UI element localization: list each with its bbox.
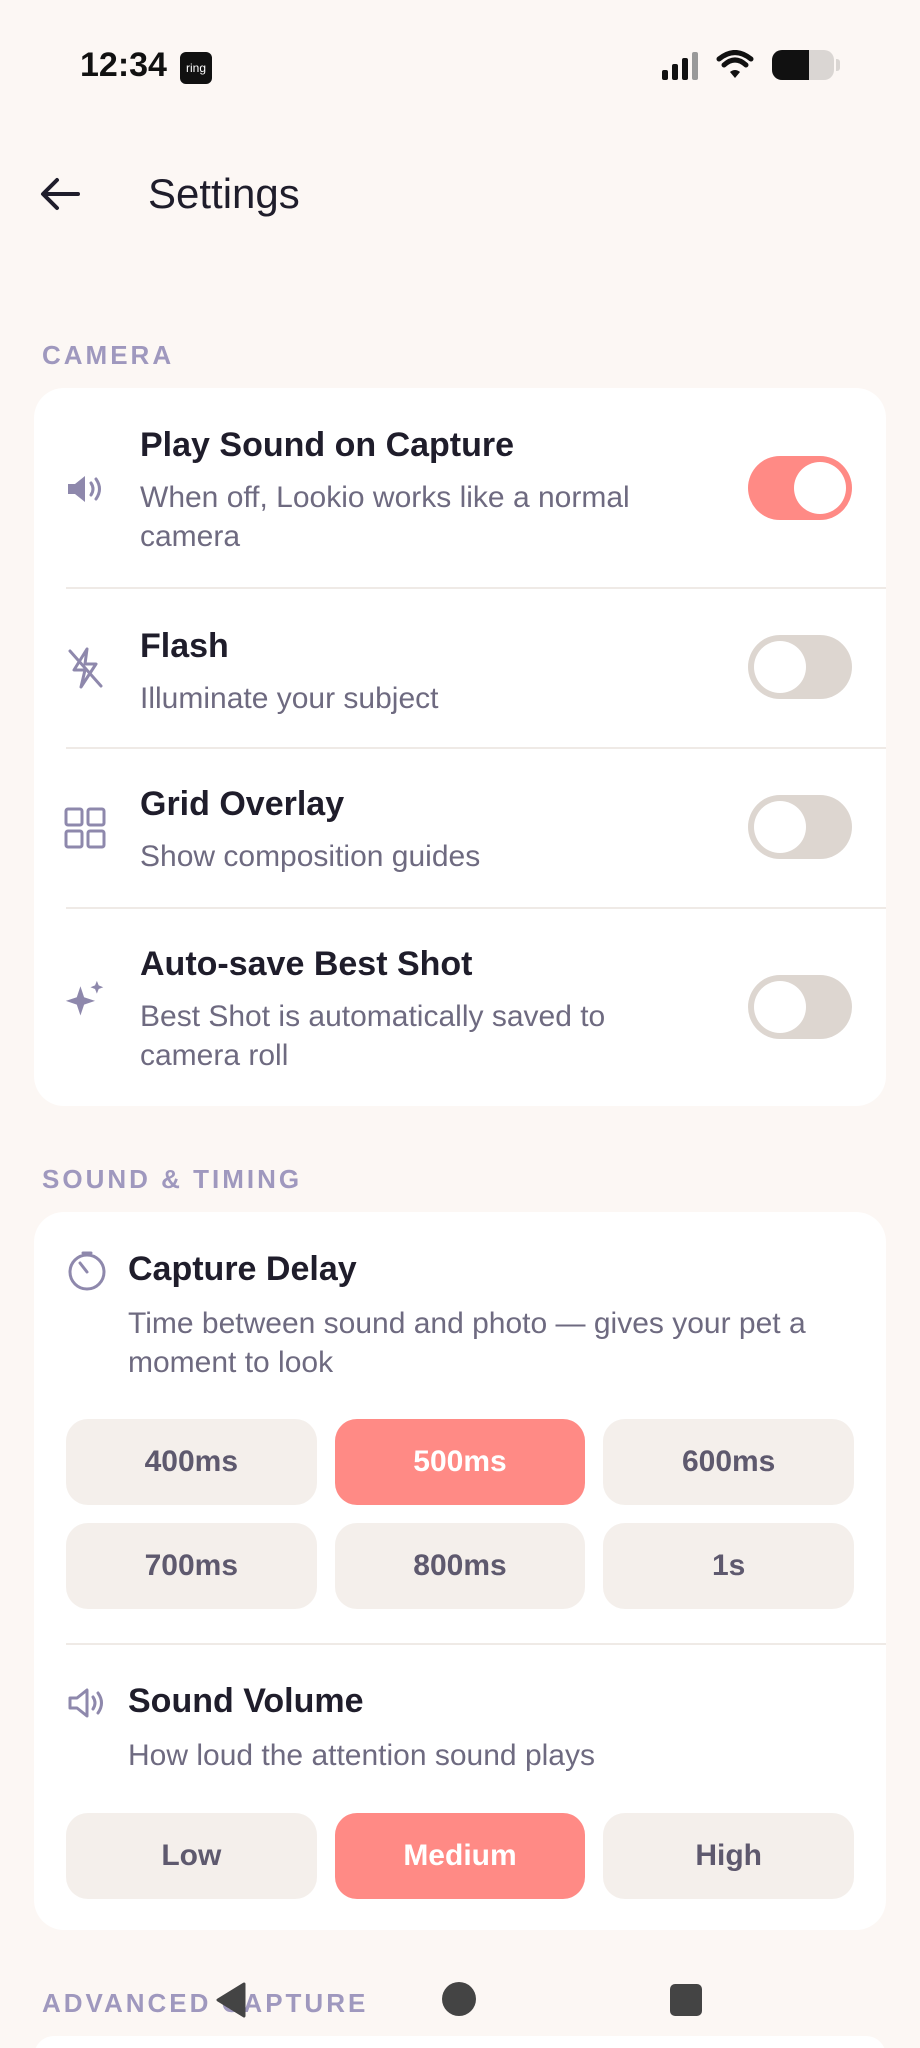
camera-settings-card: Play Sound on Capture When off, Lookio w…: [34, 388, 886, 1106]
setting-row-auto-save: Auto-save Best Shot Best Shot is automat…: [34, 909, 886, 1106]
toggle-knob: [754, 801, 806, 853]
battery-tip: [836, 59, 840, 71]
status-time: 12:34: [80, 46, 167, 84]
divider: [66, 1643, 886, 1645]
volume-option-low[interactable]: Low: [66, 1813, 317, 1899]
sound-timing-card: Capture Delay Time between sound and pho…: [34, 1212, 886, 1930]
flash-off-icon: [64, 647, 106, 689]
back-button[interactable]: [30, 164, 90, 224]
delay-option-700ms[interactable]: 700ms: [66, 1523, 317, 1609]
arrow-left-icon: [41, 178, 80, 210]
setting-title: Flash: [140, 627, 229, 665]
delay-option-400ms[interactable]: 400ms: [66, 1419, 317, 1505]
battery-icon: [772, 50, 834, 80]
nav-home-icon[interactable]: [442, 1982, 476, 2016]
setting-row-play-sound: Play Sound on Capture When off, Lookio w…: [34, 388, 886, 588]
setting-subtitle: Best Shot is automatically saved to came…: [140, 1000, 606, 1072]
delay-option-800ms[interactable]: 800ms: [334, 1523, 586, 1609]
system-nav-bar: [0, 1960, 920, 2048]
sound-volume-options: Low Medium High: [66, 1813, 854, 1899]
grid-overlay-toggle[interactable]: [748, 795, 852, 859]
speaker-icon: [64, 468, 106, 510]
setting-title: Grid Overlay: [140, 785, 345, 823]
setting-title: Play Sound on Capture: [140, 426, 515, 464]
setting-title: Auto-save Best Shot: [140, 945, 473, 983]
setting-subtitle: When off, Lookio works like a normal cam…: [140, 481, 630, 553]
section-label-camera: CAMERA: [42, 340, 175, 370]
capture-delay-description: Time between sound and photo — gives you…: [128, 1307, 806, 1379]
cell-signal-icon: [662, 50, 698, 80]
toggle-knob: [794, 462, 846, 514]
page-title: Settings: [148, 170, 300, 217]
toggle-knob: [754, 641, 806, 693]
setting-row-flash: Flash Illuminate your subject: [34, 589, 886, 747]
setting-subtitle: Illuminate your subject: [140, 682, 439, 715]
flash-toggle[interactable]: [748, 635, 852, 699]
timer-icon: [66, 1250, 108, 1292]
toggle-knob: [754, 981, 806, 1033]
nav-recents-icon[interactable]: [670, 1984, 702, 2016]
sound-volume-title: Sound Volume: [128, 1682, 364, 1720]
status-bar: 12:34 ring: [0, 0, 920, 136]
grid-icon: [64, 807, 106, 849]
volume-option-high[interactable]: High: [603, 1813, 854, 1899]
status-icons: [662, 50, 840, 80]
setting-row-grid-overlay: Grid Overlay Show composition guides: [34, 749, 886, 907]
play-sound-toggle[interactable]: [748, 456, 852, 520]
delay-option-1s[interactable]: 1s: [603, 1523, 854, 1609]
speaker-outline-icon: [66, 1682, 108, 1724]
volume-option-medium[interactable]: Medium: [334, 1813, 586, 1899]
nav-back-icon[interactable]: [214, 1982, 248, 2018]
wifi-icon: [716, 50, 754, 78]
setting-subtitle: Show composition guides: [140, 840, 481, 873]
delay-option-500ms[interactable]: 500ms: [334, 1419, 586, 1505]
ring-app-badge: ring: [180, 52, 212, 84]
app-header: Settings: [0, 150, 920, 240]
auto-save-toggle[interactable]: [748, 975, 852, 1039]
section-label-sound-timing: SOUND & TIMING: [42, 1164, 303, 1194]
sparkles-icon: [64, 979, 106, 1021]
capture-delay-options: 400ms 500ms 600ms 700ms 800ms 1s: [66, 1419, 854, 1609]
sound-volume-description: How loud the attention sound plays: [128, 1739, 595, 1772]
delay-option-600ms[interactable]: 600ms: [603, 1419, 854, 1505]
capture-delay-title: Capture Delay: [128, 1250, 357, 1288]
